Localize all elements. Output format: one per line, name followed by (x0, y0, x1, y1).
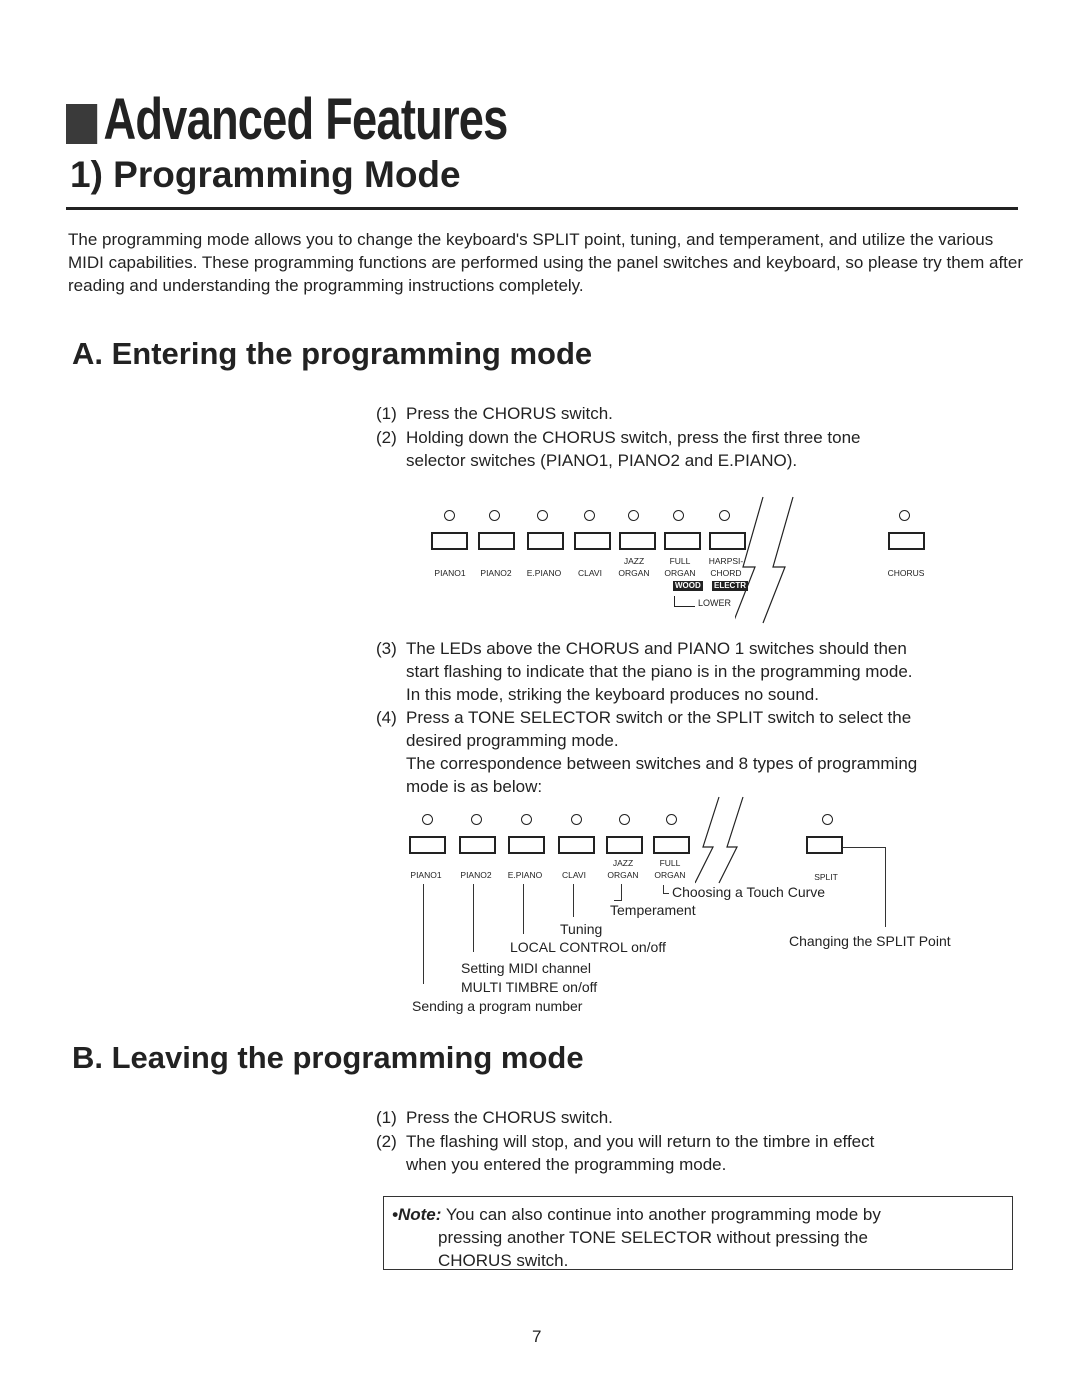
switch-button (459, 836, 496, 854)
switch-button (653, 836, 690, 854)
led-icon (521, 814, 532, 825)
callout-line (423, 884, 424, 984)
led-icon (628, 510, 639, 521)
step-text: Press the CHORUS switch. (406, 1108, 613, 1127)
step-b1: (1) Press the CHORUS switch. (376, 1106, 1016, 1129)
page-title: Advanced Features (66, 86, 508, 153)
callout-midi-channel: Setting MIDI channel (461, 960, 591, 976)
switch-button (888, 532, 925, 550)
note-text: You can also continue into another progr… (445, 1205, 881, 1224)
break-mark-icon (735, 496, 794, 624)
step-number: (2) (376, 1132, 397, 1151)
led-icon (537, 510, 548, 521)
step-number: (1) (376, 404, 397, 423)
callout-line (663, 885, 664, 893)
step-text: Holding down the CHORUS switch, press th… (406, 428, 861, 447)
callout-line (523, 884, 524, 934)
switch-button (409, 836, 446, 854)
led-icon (571, 814, 582, 825)
note-text: pressing another TONE SELECTOR without p… (438, 1228, 868, 1247)
section-b-heading: B. Leaving the programming mode (72, 1040, 584, 1075)
switch-button (527, 532, 564, 550)
callout-line (621, 884, 622, 900)
led-icon (471, 814, 482, 825)
led-icon (619, 814, 630, 825)
step-text: In this mode, striking the keyboard prod… (406, 685, 819, 704)
section-a-heading: A. Entering the programming mode (72, 336, 593, 371)
switch-button (664, 532, 701, 550)
led-icon (719, 510, 730, 521)
led-icon (666, 814, 677, 825)
led-icon (584, 510, 595, 521)
callout-line (614, 900, 622, 901)
step-text: The correspondence between switches and … (406, 754, 918, 773)
step-number: (2) (376, 428, 397, 447)
step-number: (3) (376, 639, 397, 658)
title-divider (66, 207, 1018, 210)
switch-button (606, 836, 643, 854)
callout-split-point: Changing the SPLIT Point (789, 933, 951, 949)
led-icon (673, 510, 684, 521)
step-number: (1) (376, 1108, 397, 1127)
step-a2: (2) Holding down the CHORUS switch, press… (376, 426, 1016, 472)
step-text: start flashing to indicate that the pian… (406, 662, 913, 681)
page-title-text: Advanced Features (103, 87, 508, 152)
callout-line (473, 884, 474, 952)
page-number: 7 (532, 1327, 542, 1346)
note-box: •Note: You can also continue into anothe… (383, 1196, 1013, 1270)
callout-touch-curve: Choosing a Touch Curve (672, 884, 826, 900)
lower-bracket-icon (674, 596, 695, 607)
callout-tuning: Tuning (560, 921, 603, 937)
callout-temperament: Temperament (610, 902, 696, 918)
led-icon (422, 814, 433, 825)
callout-line (885, 847, 886, 927)
led-icon (444, 510, 455, 521)
switch-label: ORGAN (654, 870, 686, 880)
lower-label: LOWER (698, 598, 732, 608)
wood-tag: WOOD (673, 581, 703, 591)
step-text: when you entered the programming mode. (406, 1155, 727, 1174)
led-icon (899, 510, 910, 521)
note-label: •Note: (392, 1205, 442, 1224)
switch-button (431, 532, 468, 550)
step-text: The LEDs above the CHORUS and PIANO 1 sw… (406, 639, 907, 658)
callout-local-control: LOCAL CONTROL on/off (510, 939, 666, 955)
switch-button (574, 532, 611, 550)
step-number: (4) (376, 708, 397, 727)
switch-button (478, 532, 515, 550)
step-text: selector switches (PIANO1, PIANO2 and E.… (406, 451, 798, 470)
switch-button (619, 532, 656, 550)
note-text: CHORUS switch. (438, 1251, 569, 1270)
step-b2: (2) The flashing will stop, and you will … (376, 1130, 1016, 1176)
break-mark-icon (695, 796, 744, 884)
led-icon (822, 814, 833, 825)
title-square-icon (66, 103, 98, 144)
callout-line (663, 893, 669, 894)
step-a4: (4) Press a TONE SELECTOR switch or the S… (376, 706, 1016, 798)
switch-button (806, 836, 843, 854)
step-text: The flashing will stop, and you will ret… (406, 1132, 875, 1151)
step-text: desired programming mode. (406, 731, 619, 750)
step-text: Press a TONE SELECTOR switch or the SPLI… (406, 708, 912, 727)
section-title: 1) Programming Mode (70, 154, 461, 195)
callout-line (843, 847, 885, 848)
callout-program-number: Sending a program number (412, 998, 583, 1014)
led-icon (489, 510, 500, 521)
step-a1: (1) Press the CHORUS switch. (376, 402, 1016, 425)
switch-button (508, 836, 545, 854)
switch-button (558, 836, 595, 854)
switch-label: SPLIT (814, 872, 838, 882)
step-a3: (3) The LEDs above the CHORUS and PIANO 1… (376, 637, 1016, 706)
switch-label: CHORUS (887, 568, 925, 578)
callout-multi-timbre: MULTI TIMBRE on/off (461, 979, 598, 995)
switch-label-top: FULL (659, 858, 681, 868)
intro-paragraph: The programming mode allows you to chang… (68, 230, 1024, 295)
callout-line (573, 884, 574, 917)
step-text: Press the CHORUS switch. (406, 404, 613, 423)
